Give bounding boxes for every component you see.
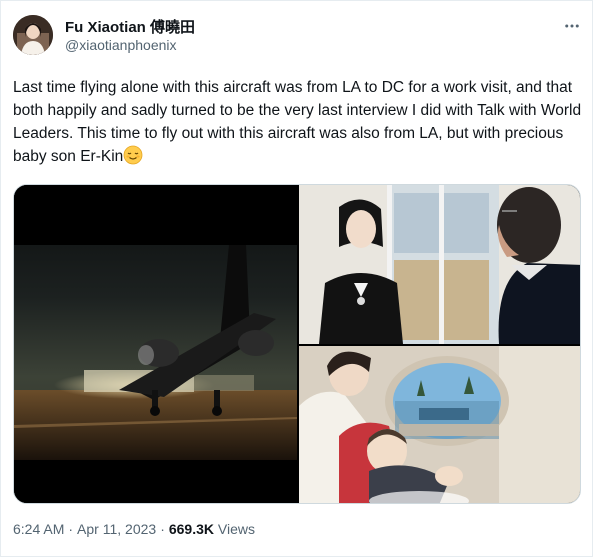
relieved-face-emoji-icon: [123, 145, 143, 165]
media-image-jet-night[interactable]: [14, 185, 297, 503]
avatar[interactable]: [13, 15, 53, 55]
author-handle[interactable]: @xiaotianphoenix: [65, 37, 177, 53]
tweet-date[interactable]: Apr 11, 2023: [77, 521, 156, 537]
more-options-button[interactable]: [561, 15, 583, 37]
tweet-card: Fu Xiaotian 傅曉田 @xiaotianphoenix Last ti…: [0, 0, 593, 557]
meta-separator: ·: [68, 521, 74, 537]
author-name[interactable]: Fu Xiaotian 傅曉田: [65, 16, 195, 37]
views-label: Views: [217, 521, 255, 537]
tweet-body: Last time flying alone with this aircraf…: [13, 79, 582, 165]
tweet-meta: 6:24 AM · Apr 11, 2023 · 669.3K Views: [13, 521, 255, 537]
tweet-text: Last time flying alone with this aircraf…: [13, 76, 585, 168]
tweet-header: Fu Xiaotian 傅曉田 @xiaotianphoenix: [13, 15, 583, 57]
media-grid: [13, 184, 581, 504]
tweet-time[interactable]: 6:24 AM: [13, 521, 64, 537]
views-count: 669.3K: [168, 521, 215, 537]
media-image-mother-baby[interactable]: [299, 346, 580, 503]
media-image-interview[interactable]: [299, 185, 580, 344]
more-horizontal-icon: [565, 24, 579, 28]
meta-separator-2: ·: [160, 521, 165, 537]
